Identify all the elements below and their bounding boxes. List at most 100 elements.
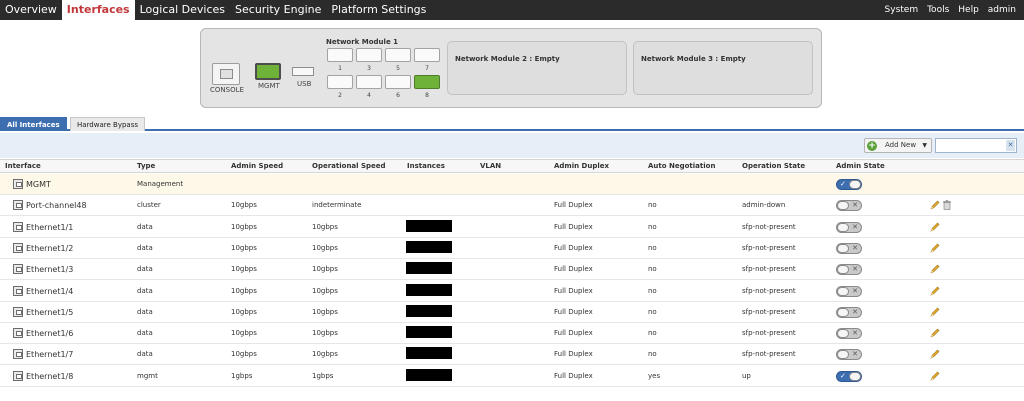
admin-state-toggle[interactable]: ✕ bbox=[836, 328, 862, 340]
admin-state-toggle[interactable]: ✕ bbox=[836, 349, 862, 361]
edit-pencil-icon[interactable] bbox=[930, 328, 940, 338]
table-toolbar: + Add New ▼ ✕ bbox=[0, 133, 1024, 158]
cell-oper-speed: 10gbps bbox=[312, 286, 338, 295]
table-row[interactable]: Ethernet1/1 data 10gbps 10gbps Full Duplex no… bbox=[0, 217, 1024, 238]
admin-state-toggle[interactable]: ✕ bbox=[836, 285, 862, 297]
nav-tools[interactable]: Tools bbox=[927, 0, 949, 20]
col-admin-speed[interactable]: Admin Speed bbox=[231, 160, 283, 173]
console-port[interactable] bbox=[212, 63, 240, 85]
nav-tab-overview[interactable]: Overview bbox=[0, 0, 62, 20]
interface-name: Ethernet1/2 bbox=[26, 243, 74, 253]
cell-type: data bbox=[137, 329, 153, 338]
nav-help[interactable]: Help bbox=[958, 0, 979, 20]
network-module-2[interactable]: Network Module 2 : Empty bbox=[447, 41, 627, 95]
nm1-port-4[interactable] bbox=[356, 75, 382, 89]
cell-type: Management bbox=[137, 180, 184, 188]
usb-port[interactable] bbox=[292, 67, 314, 76]
col-admin-duplex[interactable]: Admin Duplex bbox=[554, 160, 609, 173]
top-nav-bar: Overview Interfaces Logical Devices Secu… bbox=[0, 0, 1024, 20]
cell-admin-duplex: Full Duplex bbox=[554, 307, 593, 316]
table-row[interactable]: Ethernet1/7 data 10gbps 10gbps Full Duplex no… bbox=[0, 344, 1024, 366]
table-row[interactable]: Ethernet1/6 data 10gbps 10gbps Full Duplex no… bbox=[0, 323, 1024, 345]
col-interface[interactable]: Interface bbox=[5, 160, 41, 173]
admin-state-toggle[interactable]: ✓ bbox=[836, 370, 862, 382]
col-auto-negotiation[interactable]: Auto Negotiation bbox=[648, 160, 715, 173]
nm1-port-6[interactable] bbox=[385, 75, 411, 89]
trash-icon[interactable] bbox=[943, 200, 951, 211]
cell-admin-duplex: Full Duplex bbox=[554, 371, 593, 380]
tab-all-interfaces[interactable]: All Interfaces bbox=[0, 117, 67, 131]
edit-pencil-icon[interactable] bbox=[930, 371, 940, 381]
nav-user-admin[interactable]: admin bbox=[988, 0, 1016, 20]
col-operation-state[interactable]: Operation State bbox=[742, 160, 805, 173]
col-admin-state[interactable]: Admin State bbox=[836, 160, 885, 173]
instances-redacted-block bbox=[406, 262, 452, 275]
interface-icon bbox=[13, 349, 23, 360]
table-row[interactable]: Ethernet1/4 data 10gbps 10gbps Full Duplex no… bbox=[0, 281, 1024, 302]
nm1-port-1[interactable] bbox=[327, 48, 353, 62]
interface-name: Ethernet1/6 bbox=[26, 329, 74, 339]
col-operational-speed[interactable]: Operational Speed bbox=[312, 160, 386, 173]
table-row[interactable]: MGMT Management ✓ bbox=[0, 174, 1024, 195]
clear-search-icon[interactable]: ✕ bbox=[1006, 140, 1015, 151]
search-box: ✕ bbox=[935, 138, 1017, 153]
edit-pencil-icon[interactable] bbox=[930, 264, 940, 274]
nm1-port-5[interactable] bbox=[385, 48, 411, 62]
table-row[interactable]: Port-channel48 cluster 10gbps indeterminate… bbox=[0, 195, 1024, 217]
cell-oper-state: sfp-not-present bbox=[742, 265, 796, 274]
cell-oper-speed: 1gbps bbox=[312, 371, 334, 380]
cell-auto-neg: no bbox=[648, 307, 657, 316]
network-module-3[interactable]: Network Module 3 : Empty bbox=[633, 41, 813, 95]
toggle-knob bbox=[837, 243, 849, 253]
nm1-port-7[interactable] bbox=[414, 48, 440, 62]
x-icon: ✕ bbox=[852, 201, 858, 210]
table-row[interactable]: Ethernet1/2 data 10gbps 10gbps Full Duplex no… bbox=[0, 238, 1024, 259]
admin-state-toggle[interactable]: ✕ bbox=[836, 242, 862, 254]
plus-icon: + bbox=[867, 141, 877, 151]
edit-pencil-icon[interactable] bbox=[930, 243, 940, 253]
toggle-knob bbox=[837, 307, 849, 317]
nav-tab-logical-devices[interactable]: Logical Devices bbox=[135, 0, 230, 20]
cell-admin-speed: 10gbps bbox=[231, 286, 257, 295]
nav-tab-security-engine[interactable]: Security Engine bbox=[230, 0, 326, 20]
admin-state-toggle[interactable]: ✕ bbox=[836, 306, 862, 318]
edit-pencil-icon[interactable] bbox=[930, 349, 940, 359]
nm1-port-2[interactable] bbox=[327, 75, 353, 89]
nav-tab-interfaces[interactable]: Interfaces bbox=[61, 0, 135, 20]
admin-state-toggle[interactable]: ✕ bbox=[836, 200, 862, 212]
table-row[interactable]: Ethernet1/8 mgmt 1gbps 1gbps Full Duplex yes u… bbox=[0, 366, 1024, 387]
cell-oper-state: sfp-not-present bbox=[742, 243, 796, 252]
admin-state-toggle[interactable]: ✓ bbox=[836, 179, 862, 190]
col-vlan[interactable]: VLAN bbox=[480, 160, 501, 173]
toggle-knob bbox=[837, 329, 849, 339]
edit-pencil-icon[interactable] bbox=[930, 200, 940, 210]
col-type[interactable]: Type bbox=[137, 160, 155, 173]
cell-oper-state: up bbox=[742, 371, 751, 380]
tab-hardware-bypass[interactable]: Hardware Bypass bbox=[70, 117, 145, 131]
cell-auto-neg: no bbox=[648, 222, 657, 231]
add-new-button[interactable]: + Add New ▼ bbox=[864, 138, 932, 153]
search-input[interactable] bbox=[936, 139, 1006, 152]
interface-icon bbox=[13, 221, 23, 232]
table-row[interactable]: Ethernet1/3 data 10gbps 10gbps Full Duplex no… bbox=[0, 259, 1024, 281]
cell-oper-state: sfp-not-present bbox=[742, 329, 796, 338]
mgmt-port[interactable] bbox=[255, 63, 281, 80]
cell-type: cluster bbox=[137, 201, 161, 210]
nav-tab-platform-settings[interactable]: Platform Settings bbox=[326, 0, 431, 20]
admin-state-toggle[interactable]: ✕ bbox=[836, 264, 862, 276]
cell-oper-speed: 10gbps bbox=[312, 243, 338, 252]
table-row[interactable]: Ethernet1/5 data 10gbps 10gbps Full Duplex no… bbox=[0, 302, 1024, 323]
chevron-down-icon: ▼ bbox=[922, 142, 927, 149]
admin-state-toggle[interactable]: ✕ bbox=[836, 221, 862, 233]
cell-auto-neg: yes bbox=[648, 371, 661, 380]
cell-oper-state: sfp-not-present bbox=[742, 307, 796, 316]
nav-system[interactable]: System bbox=[885, 0, 919, 20]
edit-pencil-icon[interactable] bbox=[930, 222, 940, 232]
x-icon: ✕ bbox=[852, 243, 858, 252]
nm1-port-8[interactable] bbox=[414, 75, 440, 89]
col-instances[interactable]: Instances bbox=[407, 160, 445, 173]
nm1-port-3[interactable] bbox=[356, 48, 382, 62]
edit-pencil-icon[interactable] bbox=[930, 307, 940, 317]
interface-icon bbox=[13, 328, 23, 339]
edit-pencil-icon[interactable] bbox=[930, 286, 940, 296]
